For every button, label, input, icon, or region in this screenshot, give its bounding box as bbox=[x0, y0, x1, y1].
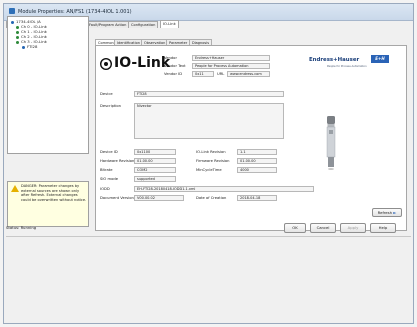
tree-item-device[interactable]: FTI28 bbox=[22, 44, 37, 49]
min-cycle-time-field: 4000 bbox=[237, 167, 277, 173]
device-field: FTI28 bbox=[134, 91, 284, 97]
bitrate-field: COM2 bbox=[134, 167, 176, 173]
module-icon bbox=[11, 20, 14, 24]
module-properties-window: Module Properties: AN/FS1 (1734-4IOL 1.0… bbox=[3, 3, 414, 324]
help-button[interactable]: Help bbox=[370, 223, 396, 233]
cancel-button[interactable]: Cancel bbox=[310, 223, 336, 233]
hardware-revision-field: 01.00.00 bbox=[134, 158, 176, 164]
refresh-arrow-icon: ► bbox=[393, 210, 397, 215]
url-label: URL bbox=[217, 72, 225, 76]
io-link-logo-text: IO-Link bbox=[114, 55, 171, 71]
min-cycle-time-label: MinCycleTime bbox=[196, 168, 222, 172]
date-of-creation-label: Date of Creation bbox=[196, 196, 227, 200]
tab-fault-program-action[interactable]: Fault/Program Action bbox=[86, 21, 130, 28]
refresh-button[interactable]: Refresh ► bbox=[372, 208, 402, 217]
vendor-tagline: People for Process Automation bbox=[327, 65, 367, 68]
warning-text: DANGER: Parameter changes by external so… bbox=[21, 184, 87, 202]
firmware-revision-label: Firmware Revision bbox=[196, 159, 230, 163]
vendor-id-label: Vendor ID bbox=[164, 72, 183, 76]
common-panel: IO-Link Vendor Endress+Hauser Vendor Tex… bbox=[95, 45, 407, 231]
vendor-text-label: Vendor Text bbox=[164, 64, 186, 68]
device-id-field: 0x1100 bbox=[134, 149, 176, 155]
description-field: Nivector bbox=[134, 103, 284, 139]
app-icon bbox=[9, 8, 15, 14]
io-link-revision-label: IO-Link Revision bbox=[196, 150, 226, 154]
tab-io-link[interactable]: IO-Link bbox=[160, 20, 179, 28]
apply-button[interactable]: Apply bbox=[340, 223, 366, 233]
device-icon bbox=[22, 45, 25, 49]
sio-mode-label: SIO mode bbox=[100, 177, 118, 181]
module-tree[interactable]: 1734-4IOL /A Ch 0 - IO-Link Ch 1 - IO-Li… bbox=[7, 16, 89, 154]
date-of-creation-field: 2018-04-18 bbox=[237, 195, 277, 201]
window-title: Module Properties: AN/FS1 (1734-4IOL 1.0… bbox=[18, 9, 132, 15]
warning-box: DANGER: Parameter changes by external so… bbox=[7, 181, 89, 227]
device-id-label: Device ID bbox=[100, 150, 118, 154]
vendor-field: Endress+Hauser bbox=[192, 55, 270, 61]
io-link-revision-field: 1.1 bbox=[237, 149, 277, 155]
sio-mode-field: supported bbox=[134, 176, 176, 182]
firmware-revision-field: 01.00.00 bbox=[237, 158, 277, 164]
document-version-field: V00.00.02 bbox=[134, 195, 184, 201]
ok-button[interactable]: OK bbox=[284, 223, 306, 233]
vendor-badge: E+H bbox=[371, 55, 389, 63]
description-label: Description bbox=[100, 104, 122, 108]
io-link-logo-icon bbox=[100, 58, 112, 70]
hardware-revision-label: Hardware Revision bbox=[100, 159, 135, 163]
tab-configuration[interactable]: Configuration bbox=[128, 21, 159, 28]
document-version-label: Document Version bbox=[100, 196, 134, 200]
device-label: Device bbox=[100, 92, 113, 96]
iodd-field: EH-FTI28-20180418-IODD1.1.xml bbox=[134, 186, 314, 192]
vendor-text-field: People for Process Automation bbox=[192, 63, 270, 69]
bitrate-label: Bitrate bbox=[100, 168, 113, 172]
channel-icon bbox=[16, 40, 19, 44]
status-text: Status: Running bbox=[6, 225, 37, 230]
warning-icon bbox=[11, 185, 19, 192]
iodd-label: IODD bbox=[100, 187, 110, 191]
vendor-label: Vendor bbox=[164, 56, 177, 60]
url-field[interactable]: www.endress.com bbox=[227, 71, 270, 77]
vendor-id-field: 0x11 bbox=[192, 71, 214, 77]
endress-hauser-logo: Endress+Hauser E+H People for Process Au… bbox=[309, 52, 397, 74]
status-separator bbox=[6, 236, 411, 237]
device-product-image bbox=[326, 116, 336, 170]
